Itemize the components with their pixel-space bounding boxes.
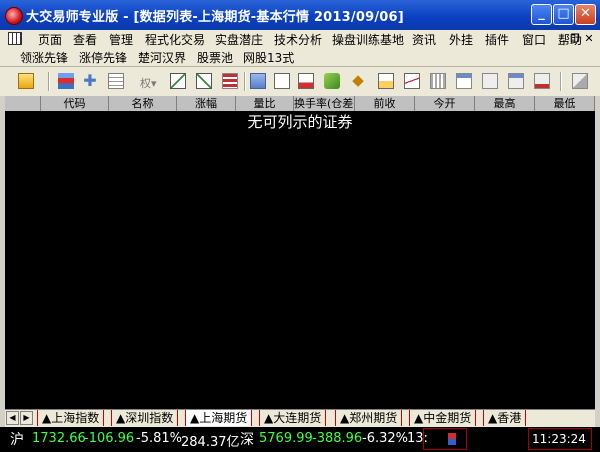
sz-index-change: -388.96 <box>312 431 363 446</box>
status-bar: 沪 1732.66 -106.96 -5.81% 284.37亿 深 5769.… <box>0 427 600 452</box>
minimize-button[interactable]: _ <box>531 4 552 25</box>
bar-chart-icon[interactable] <box>430 73 446 89</box>
list-report-icon[interactable] <box>222 73 238 89</box>
money-chart-icon[interactable] <box>378 73 394 89</box>
header-code[interactable]: 代码 <box>41 96 109 111</box>
data-grid[interactable]: 无可列示的证券 <box>5 111 595 409</box>
warning-icon[interactable]: ◆ <box>350 73 366 89</box>
sz-market-label: 深 <box>240 432 254 448</box>
open-folder-icon[interactable] <box>18 73 34 89</box>
window-tile-icon[interactable] <box>250 73 266 89</box>
clock-time: 11:23:24 <box>532 432 586 446</box>
menu-bar: 页面 查看 管理 程式化交易 实盘潜庄 技术分析 操盘训练基地 资讯 外挂 插件… <box>0 30 600 48</box>
quick-chu-han[interactable]: 楚河汉界 <box>138 49 186 66</box>
quick-stock-pool[interactable]: 股票池 <box>197 49 233 66</box>
connection-status-icon[interactable] <box>448 433 456 445</box>
header-index[interactable] <box>5 96 41 111</box>
menu-window[interactable]: 窗口 <box>522 31 546 48</box>
tab-shanghai-index[interactable]: ▲上海指数 <box>37 410 105 426</box>
tab-dalian-futures[interactable]: ▲大连期货 <box>259 410 327 426</box>
menu-manage[interactable]: 管理 <box>109 31 133 48</box>
empty-list-message: 无可列示的证券 <box>247 113 353 131</box>
pencil-draw-icon[interactable] <box>324 73 340 89</box>
menu-tech-analysis[interactable]: 技术分析 <box>274 31 322 48</box>
sh-index-pct: -5.81% <box>136 431 182 446</box>
tab-scroll-left-icon[interactable]: ◀ <box>6 411 19 425</box>
tab-cffex-futures[interactable]: ▲中金期货 <box>409 410 477 426</box>
menu-news[interactable]: 资讯 <box>412 31 436 48</box>
header-change-pct[interactable]: 涨幅 <box>177 96 236 111</box>
header-low[interactable]: 最低 <box>535 96 595 111</box>
mdi-restore-icon[interactable]: ❐ <box>568 32 582 45</box>
mdi-controls: _ ❐ ✕ <box>554 32 596 45</box>
window-panel-icon[interactable] <box>456 73 472 89</box>
table-icon[interactable] <box>108 73 124 89</box>
header-high[interactable]: 最高 <box>475 96 535 111</box>
close-button[interactable]: ✕ <box>575 4 596 25</box>
window-title: 大交易师专业版 - [数据列表-上海期货-基本行情 2013/09/06] <box>26 10 404 25</box>
menu-external[interactable]: 外挂 <box>449 31 473 48</box>
sh-turnover: 284.37亿 <box>181 435 240 450</box>
menu-training-base[interactable]: 操盘训练基地 <box>332 31 404 48</box>
quick-net-13[interactable]: 网股13式 <box>243 49 294 66</box>
sh-index-change: -106.96 <box>84 431 135 446</box>
menu-live-trading[interactable]: 实盘潜庄 <box>215 31 263 48</box>
tab-scroll-right-icon[interactable]: ▶ <box>20 411 33 425</box>
chart-diagonal-icon[interactable] <box>170 73 186 89</box>
settings-panel-icon[interactable] <box>534 73 550 89</box>
grid-menu-icon[interactable] <box>8 32 22 45</box>
sz-index-pct: -6.32% <box>362 431 408 446</box>
tab-hongkong[interactable]: ▲香港 <box>483 410 527 426</box>
app-logo-icon <box>5 7 23 25</box>
toolbar-separator <box>560 72 562 91</box>
sh-index-value: 1732.66 <box>32 431 86 446</box>
menu-plugins[interactable]: 插件 <box>485 31 509 48</box>
maximize-button[interactable]: □ <box>553 4 574 25</box>
sz-index-value: 5769.99 <box>259 431 313 446</box>
quick-limit-up[interactable]: 涨停先锋 <box>79 49 127 66</box>
mdi-close-icon[interactable]: ✕ <box>582 32 596 45</box>
header-open[interactable]: 今开 <box>415 96 475 111</box>
layout-icon[interactable] <box>508 73 524 89</box>
crosshair-icon[interactable]: ✚ <box>82 73 98 89</box>
chart-diagonal-alt-icon[interactable] <box>196 73 212 89</box>
status-indicator-box <box>423 428 467 450</box>
alert-chart-icon[interactable] <box>298 73 314 89</box>
menu-page[interactable]: 页面 <box>38 31 62 48</box>
quick-menu-bar: 领涨先锋 涨停先锋 楚河汉界 股票池 网股13式 _ ❐ ✕ <box>0 32 600 67</box>
toolbar-separator <box>48 72 50 91</box>
column-header: 代码 名称 涨幅 量比 换手率(仓差) 前收 今开 最高 最低 <box>5 96 595 112</box>
header-prev-close[interactable]: 前收 <box>355 96 415 111</box>
menu-program-trading[interactable]: 程式化交易 <box>145 31 205 48</box>
screen-icon[interactable] <box>482 73 498 89</box>
stock-list-icon[interactable] <box>58 73 74 89</box>
edit-note-icon[interactable] <box>572 73 588 89</box>
toolbar-separator <box>244 72 246 91</box>
header-volume-ratio[interactable]: 量比 <box>236 96 294 111</box>
tab-shenzhen-index[interactable]: ▲深圳指数 <box>111 410 179 426</box>
document-f10-icon[interactable] <box>274 73 290 89</box>
market-tab-bar: ◀ ▶ ▲上海指数 ▲深圳指数 ▲上海期货 ▲大连期货 ▲郑州期货 ▲中金期货 … <box>5 409 595 427</box>
mdi-minimize-icon[interactable]: _ <box>554 32 568 45</box>
line-chart-icon[interactable] <box>404 73 420 89</box>
sh-market-label: 沪 <box>10 432 24 448</box>
menu-view[interactable]: 查看 <box>73 31 97 48</box>
header-name[interactable]: 名称 <box>109 96 177 111</box>
toolbar: ✚ 权▾ ◆ <box>0 67 600 96</box>
tab-shanghai-futures[interactable]: ▲上海期货 <box>185 410 253 426</box>
quick-lead-risers[interactable]: 领涨先锋 <box>20 49 68 66</box>
title-bar: 大交易师专业版 - [数据列表-上海期货-基本行情 2013/09/06] _ … <box>0 0 600 30</box>
header-turnover[interactable]: 换手率(仓差) <box>294 96 355 111</box>
tab-zhengzhou-futures[interactable]: ▲郑州期货 <box>335 410 403 426</box>
right-adjust-dropdown[interactable]: 权▾ <box>140 75 157 91</box>
